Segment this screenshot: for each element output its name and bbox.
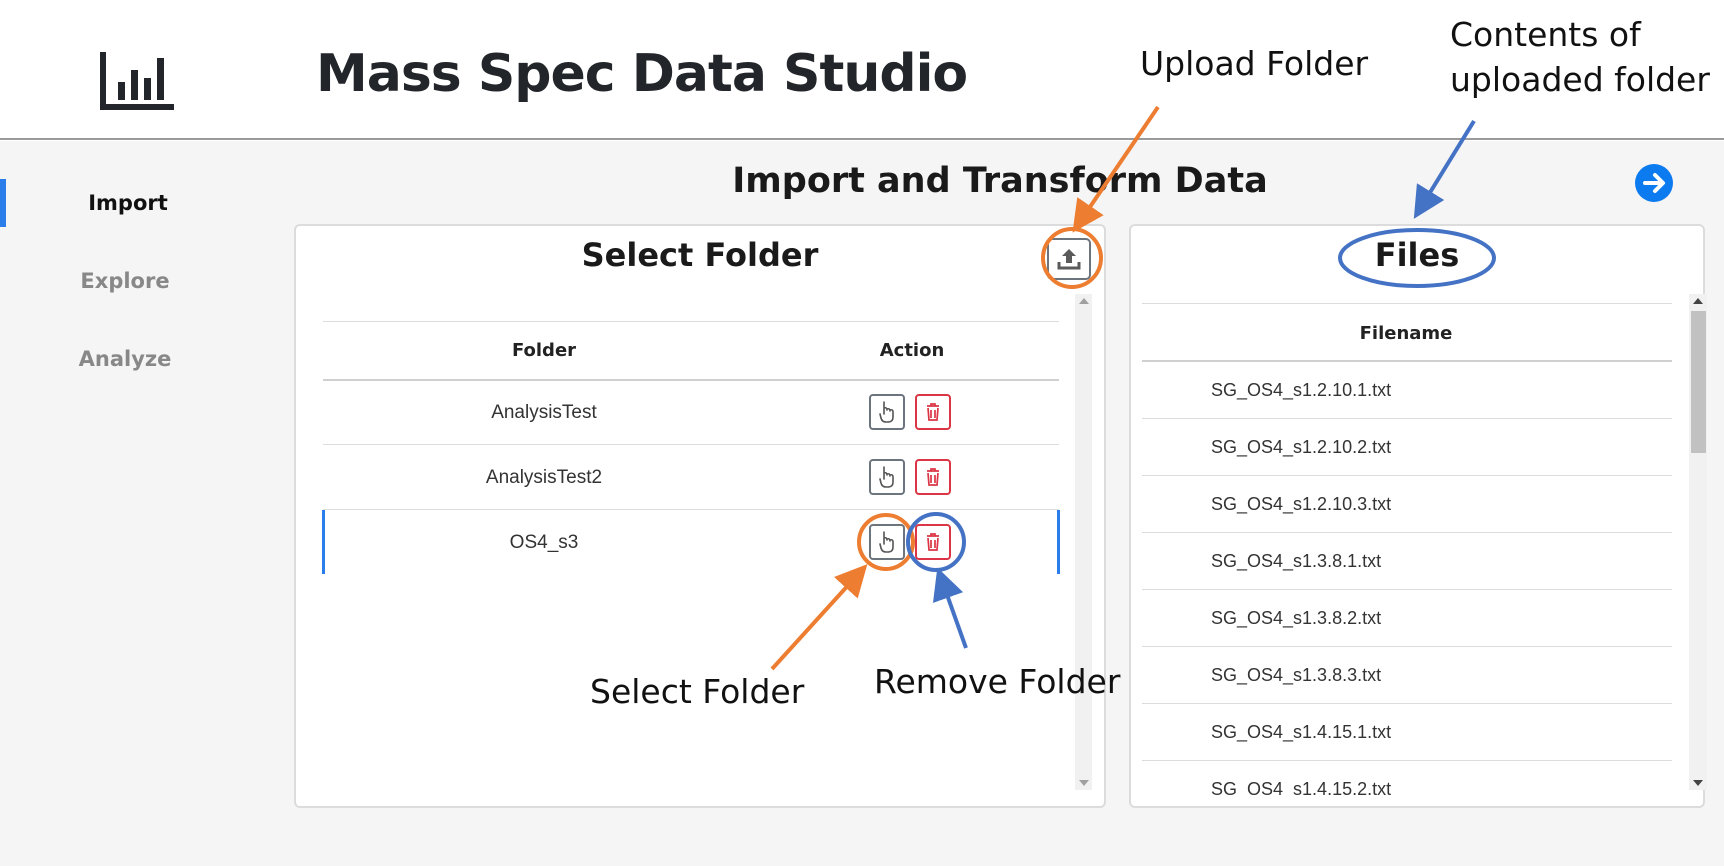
scroll-down-arrow-icon[interactable] xyxy=(1693,780,1703,786)
remove-folder-button[interactable] xyxy=(915,459,951,495)
trash-icon xyxy=(927,468,939,486)
upload-folder-button[interactable] xyxy=(1047,238,1091,280)
file-row: SG_OS4_s1.3.8.1.txt xyxy=(1211,551,1382,571)
column-header-action: Action xyxy=(879,340,945,361)
file-row: SG_OS4_s1.3.8.3.txt xyxy=(1211,665,1382,685)
file-row: SG_OS4_s1.2.10.1.txt xyxy=(1211,380,1392,400)
file-row: SG_OS4_s1.2.10.2.txt xyxy=(1211,437,1392,457)
upload-folder-annotation: Upload Folder xyxy=(1140,44,1369,83)
table-header-divider xyxy=(323,379,1059,381)
select-folder-title: Select Folder xyxy=(581,236,819,274)
remove-folder-button[interactable] xyxy=(915,394,951,430)
select-folder-annotation: Select Folder xyxy=(590,672,805,711)
sidebar-item-analyze[interactable]: Analyze xyxy=(0,335,250,383)
folder-name-cell: OS4_s3 xyxy=(509,532,579,553)
file-row: SG_OS4_s1.4.15.2.txt xyxy=(1211,779,1392,796)
trash-icon xyxy=(927,533,939,551)
remove-folder-annotation: Remove Folder xyxy=(874,662,1121,701)
bar-chart-icon xyxy=(100,52,174,110)
app-window: Mass Spec Data Studio Import Explore Ana… xyxy=(0,0,1724,866)
row-divider xyxy=(1142,589,1672,590)
selected-row-indicator xyxy=(322,510,325,574)
app-title: Mass Spec Data Studio xyxy=(316,44,968,104)
arrow-right-circle-icon xyxy=(1643,173,1665,193)
scroll-up-arrow-icon[interactable] xyxy=(1693,298,1703,304)
trash-icon xyxy=(927,403,939,421)
hand-pointer-icon xyxy=(879,466,894,488)
column-header-folder: Folder xyxy=(511,340,577,361)
files-card xyxy=(1129,224,1705,808)
selected-row-indicator xyxy=(1057,510,1060,574)
contents-annotation-line1: Contents of xyxy=(1450,15,1641,54)
files-header-divider xyxy=(1142,360,1672,362)
contents-annotation-line2: uploaded folder xyxy=(1450,60,1710,99)
row-divider xyxy=(1142,532,1672,533)
select-folder-button[interactable] xyxy=(869,394,905,430)
hand-pointer-icon xyxy=(879,401,894,423)
files-table-top-divider xyxy=(1142,303,1672,304)
files-scrollbar-thumb[interactable] xyxy=(1691,311,1706,453)
sidebar: Import Explore Analyze xyxy=(0,141,260,866)
remove-folder-button[interactable] xyxy=(915,524,951,560)
row-divider xyxy=(323,444,1059,445)
select-folder-card xyxy=(294,224,1106,808)
row-divider xyxy=(1142,418,1672,419)
sidebar-item-import[interactable]: Import xyxy=(0,179,250,227)
file-row: SG_OS4_s1.2.10.3.txt xyxy=(1211,494,1392,514)
folder-list-scrollbar[interactable] xyxy=(1075,294,1092,790)
column-header-filename: Filename xyxy=(1359,323,1453,344)
select-folder-button[interactable] xyxy=(869,459,905,495)
hand-pointer-icon xyxy=(879,531,894,553)
row-divider xyxy=(1142,760,1672,761)
select-folder-button[interactable] xyxy=(869,524,905,560)
row-divider xyxy=(323,509,1059,510)
upload-icon xyxy=(1057,249,1081,270)
sidebar-item-explore[interactable]: Explore xyxy=(0,257,250,305)
file-row: SG_OS4_s1.3.8.2.txt xyxy=(1211,608,1382,628)
page-title: Import and Transform Data xyxy=(732,161,1268,201)
next-step-button[interactable] xyxy=(1635,164,1673,202)
file-row: SG_OS4_s1.4.15.1.txt xyxy=(1211,722,1392,742)
row-divider xyxy=(1142,703,1672,704)
table-top-divider xyxy=(323,321,1059,322)
row-divider xyxy=(1142,646,1672,647)
folder-name-cell: AnalysisTest2 xyxy=(485,467,603,488)
scroll-up-arrow-icon[interactable] xyxy=(1079,298,1089,304)
scroll-down-arrow-icon[interactable] xyxy=(1079,780,1089,786)
folder-name-cell: AnalysisTest xyxy=(491,402,597,423)
row-divider xyxy=(1142,475,1672,476)
files-title: Files xyxy=(1374,236,1460,274)
file-row-clip: SG_OS4_s1.4.15.2.txt xyxy=(1142,770,1672,796)
